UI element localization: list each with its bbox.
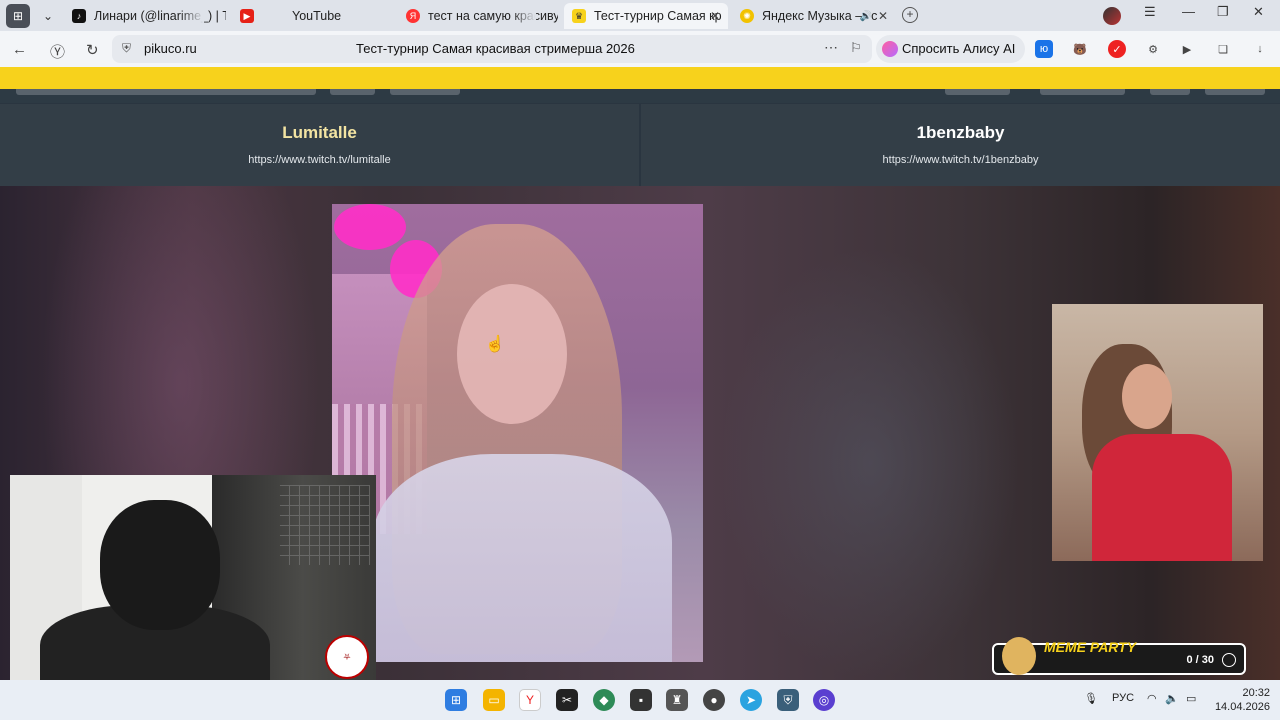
sidebar-toggle-icon[interactable]: ⊞ bbox=[6, 3, 30, 28]
more-icon[interactable]: ⋯ bbox=[824, 39, 838, 56]
clock-time: 20:32 bbox=[1242, 687, 1270, 699]
contestant-right-photo[interactable] bbox=[1052, 304, 1263, 561]
globe-icon bbox=[1222, 653, 1236, 667]
ask-alice-label: Спросить Алису AI bbox=[902, 41, 1016, 56]
yandex-home-icon[interactable]: Ⓨ bbox=[50, 41, 65, 62]
minimize-icon[interactable]: — bbox=[1182, 4, 1195, 19]
cut-off-nav bbox=[0, 89, 1280, 103]
windows-taskbar: ⊞ ▭ Y ✂ ◆ ▪ ♜ ● ➤ ⛨ ◎ 🎙 РУС ◠ 🔈 ▭ 20:32 … bbox=[0, 680, 1280, 720]
blurred-background bbox=[720, 246, 1020, 680]
contestant-right[interactable]: 1benzbaby https://www.twitch.tv/1benzbab… bbox=[641, 104, 1280, 186]
microphone-icon[interactable]: 🎙 bbox=[1084, 692, 1098, 705]
tab-label: Тест-турнир Самая кр bbox=[594, 9, 722, 23]
tab-label: тест на самую красивую bbox=[428, 9, 558, 23]
battery-icon[interactable]: ▭ bbox=[1186, 692, 1196, 705]
tab-label: YouTube bbox=[292, 9, 342, 23]
tab-list-chevron-icon[interactable]: ⌄ bbox=[36, 4, 60, 28]
tab-youtube[interactable]: ▶ YouTube bbox=[232, 3, 392, 29]
tab-tiktok[interactable]: ♪ Линари (@linarime_) | Tik bbox=[64, 3, 226, 29]
matchup-header: Lumitalle https://www.twitch.tv/lumitall… bbox=[0, 89, 1280, 186]
media-icon[interactable]: ▶ bbox=[1178, 40, 1196, 58]
crown-icon: ♛ bbox=[572, 9, 586, 23]
puzzle-icon[interactable]: ⚙ bbox=[1144, 40, 1162, 58]
menu-icon[interactable]: ☰ bbox=[1144, 4, 1156, 20]
ask-alice-button[interactable]: Спросить Алису AI bbox=[876, 35, 1026, 63]
alice-icon bbox=[882, 41, 898, 57]
start-icon[interactable]: ⊞ bbox=[445, 689, 467, 711]
shield-icon: ⛨ bbox=[122, 41, 132, 55]
url-domain: pikuco.ru bbox=[144, 41, 197, 56]
tab-yandex-search[interactable]: Я тест на самую красивую bbox=[398, 3, 558, 29]
contestant-link[interactable]: https://www.twitch.tv/1benzbaby bbox=[641, 154, 1280, 166]
close-tab-icon[interactable]: ✕ bbox=[710, 9, 720, 23]
close-window-icon[interactable]: ✕ bbox=[1253, 4, 1264, 20]
yandex-browser-icon[interactable]: Y bbox=[519, 689, 541, 711]
capcut-icon[interactable]: ✂ bbox=[556, 689, 578, 711]
youtube-icon: ▶ bbox=[240, 9, 254, 23]
reload-icon[interactable]: ↻ bbox=[86, 41, 99, 59]
contestant-left-photo[interactable] bbox=[332, 204, 703, 662]
extension-icon[interactable]: ✓ bbox=[1108, 40, 1126, 58]
language-indicator[interactable]: РУС bbox=[1112, 692, 1134, 704]
tiktok-icon: ♪ bbox=[72, 9, 86, 23]
url-field[interactable]: ⛨ pikuco.ru Тест-турнир Самая красивая с… bbox=[112, 35, 872, 63]
music-icon: ✺ bbox=[740, 9, 754, 23]
extension-icon[interactable]: 🐻 bbox=[1071, 40, 1089, 58]
wifi-icon[interactable]: ◠ bbox=[1147, 692, 1157, 705]
clock[interactable]: 20:32 14.04.2026 bbox=[1215, 686, 1270, 714]
collections-icon[interactable]: ❏ bbox=[1214, 40, 1232, 58]
download-icon[interactable]: ↓ bbox=[1251, 40, 1269, 58]
profile-avatar[interactable] bbox=[1103, 7, 1121, 25]
tab-yandex-music[interactable]: ✺ Яндекс Музыка — с 🔊 ✕ bbox=[732, 3, 896, 29]
browser-tab-bar: ⊞ ⌄ ♪ Линари (@linarime_) | Tik ▶ YouTub… bbox=[0, 0, 1280, 31]
site-header-bar bbox=[0, 67, 1280, 89]
channel-logo: ⛧ bbox=[325, 635, 369, 679]
close-tab-icon[interactable]: ✕ bbox=[878, 9, 888, 23]
yandex-icon: Я bbox=[406, 9, 420, 23]
tab-label: Линари (@linarime_) | Tik bbox=[94, 9, 226, 23]
new-tab-icon[interactable]: + bbox=[902, 7, 918, 23]
meme-party-widget: MEME PARTY 0 / 30 bbox=[992, 637, 1246, 675]
contestant-link[interactable]: https://www.twitch.tv/lumitalle bbox=[0, 154, 639, 166]
clock-date: 14.04.2026 bbox=[1214, 701, 1270, 713]
page-title: Тест-турнир Самая красивая стримерша 202… bbox=[356, 41, 635, 56]
telegram-icon[interactable]: ➤ bbox=[740, 689, 762, 711]
volume-icon[interactable]: 🔈 bbox=[1165, 692, 1179, 705]
game-icon[interactable]: ♜ bbox=[666, 689, 688, 711]
vpn-icon[interactable]: ◆ bbox=[593, 689, 615, 711]
speaker-icon[interactable]: 🔊 bbox=[860, 11, 872, 22]
extension-icon[interactable]: ю bbox=[1035, 40, 1053, 58]
alice-app-icon[interactable]: ◎ bbox=[813, 689, 835, 711]
obs-icon[interactable]: ● bbox=[703, 689, 725, 711]
terminal-icon[interactable]: ▪ bbox=[630, 689, 652, 711]
contestant-name: Lumitalle bbox=[282, 123, 357, 142]
streamer-webcam: ⛧ bbox=[10, 475, 376, 680]
address-bar-row: ← Ⓨ ↻ ⛨ pikuco.ru Тест-турнир Самая крас… bbox=[0, 31, 1280, 67]
tab-pikuco[interactable]: ♛ Тест-турнир Самая кр ✕ bbox=[564, 3, 728, 29]
meme-counter: 0 / 30 bbox=[1186, 654, 1214, 666]
file-explorer-icon[interactable]: ▭ bbox=[483, 689, 505, 711]
contestant-left[interactable]: Lumitalle https://www.twitch.tv/lumitall… bbox=[0, 104, 639, 186]
contestant-name: 1benzbaby bbox=[916, 123, 1005, 142]
maximize-icon[interactable]: ❐ bbox=[1217, 4, 1229, 20]
shield-app-icon[interactable]: ⛨ bbox=[777, 689, 799, 711]
bookmark-icon[interactable]: ⚐ bbox=[850, 40, 862, 56]
back-icon[interactable]: ← bbox=[12, 41, 27, 58]
hand-cursor-icon: ☝ bbox=[485, 336, 505, 353]
meme-title: MEME PARTY bbox=[1044, 639, 1137, 655]
doge-icon bbox=[1002, 637, 1036, 675]
